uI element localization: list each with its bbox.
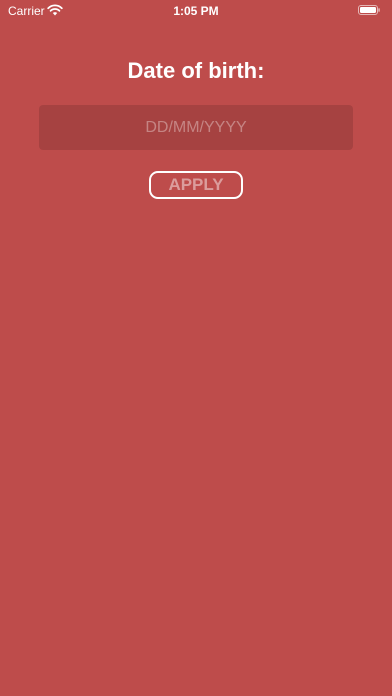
page-title: Date of birth:	[127, 58, 265, 83]
status-time: 1:05 PM	[173, 4, 219, 18]
battery-icon	[358, 5, 380, 15]
status-bar: Carrier 1:05 PM	[0, 0, 392, 22]
dob-input[interactable]	[39, 105, 353, 150]
apply-button[interactable]: APPLY	[149, 171, 243, 199]
